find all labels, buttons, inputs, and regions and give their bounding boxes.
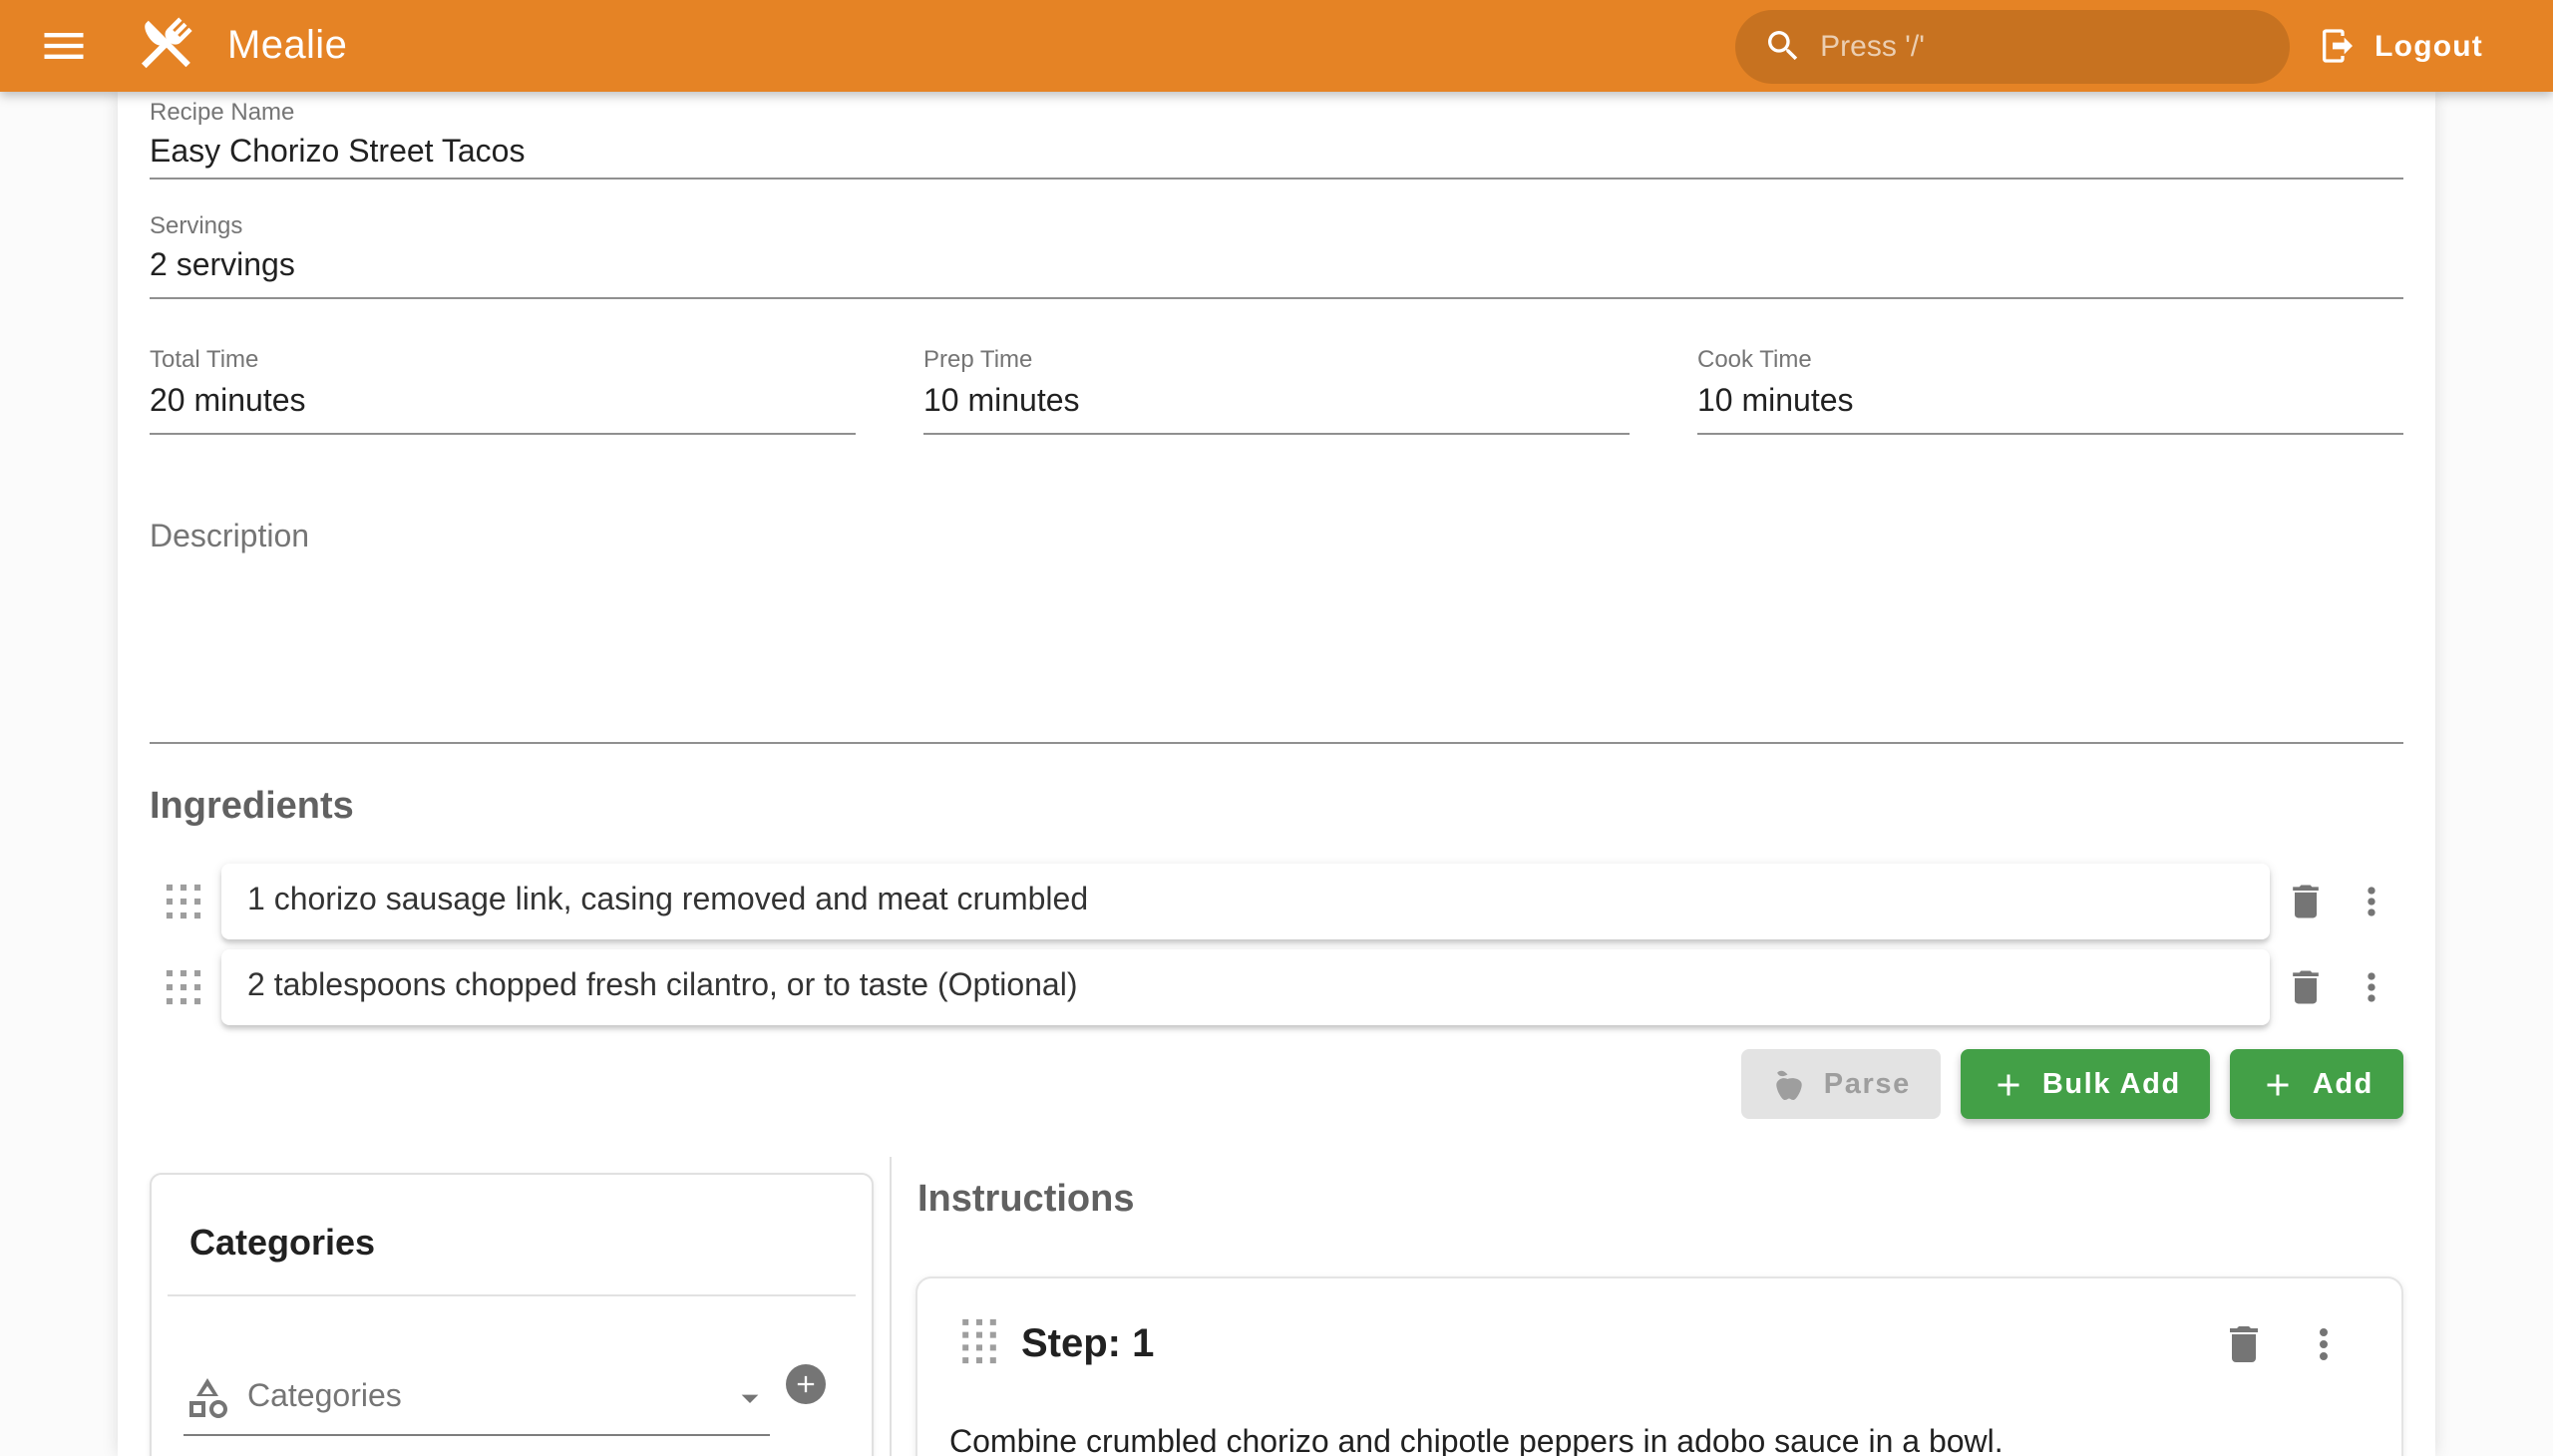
hamburger-menu-button[interactable] bbox=[38, 20, 90, 72]
delete-ingredient-button[interactable] bbox=[2284, 965, 2328, 1009]
column-divider bbox=[890, 1157, 892, 1456]
cook-time-field[interactable]: Cook Time 10 minutes bbox=[1697, 341, 2403, 435]
plus-icon bbox=[1991, 1066, 2026, 1102]
parse-label: Parse bbox=[1824, 1068, 1911, 1100]
recipe-name-label: Recipe Name bbox=[150, 98, 2403, 126]
chevron-down-icon bbox=[730, 1377, 770, 1417]
description-label: Description bbox=[150, 519, 2403, 558]
kebab-menu-icon bbox=[2300, 1320, 2348, 1368]
logout-button[interactable]: Logout bbox=[2317, 26, 2483, 66]
prep-time-label: Prep Time bbox=[923, 345, 1630, 373]
description-field[interactable]: Description bbox=[150, 519, 2403, 744]
cook-time-value[interactable]: 10 minutes bbox=[1697, 381, 2403, 425]
parse-button[interactable]: Parse bbox=[1742, 1049, 1941, 1119]
ingredient-menu-button[interactable] bbox=[2350, 965, 2393, 1009]
ingredient-menu-button[interactable] bbox=[2350, 880, 2393, 923]
mealie-app-window: Mealie Press '/' Logout Recipe Name Easy… bbox=[0, 0, 2553, 1456]
ingredient-actions: Parse Bulk Add Add bbox=[150, 1049, 2403, 1119]
categories-card: Categories Categories bbox=[150, 1173, 874, 1456]
trash-icon bbox=[2284, 965, 2328, 1009]
plus-icon bbox=[792, 1370, 820, 1398]
search-icon bbox=[1762, 26, 1802, 66]
kebab-menu-icon bbox=[2350, 880, 2393, 923]
drag-handle-icon[interactable] bbox=[961, 1318, 997, 1370]
step-header: Step: 1 bbox=[917, 1278, 2401, 1410]
recipe-editor-card: Recipe Name Easy Chorizo Street Tacos Se… bbox=[118, 92, 2435, 1456]
total-time-value[interactable]: 20 minutes bbox=[150, 381, 856, 425]
kebab-menu-icon bbox=[2350, 965, 2393, 1009]
ingredient-input[interactable]: 1 chorizo sausage link, casing removed a… bbox=[221, 864, 2270, 939]
add-ingredient-button[interactable]: Add bbox=[2231, 1049, 2403, 1119]
step-text[interactable]: Combine crumbled chorizo and chipotle pe… bbox=[917, 1410, 2401, 1456]
delete-ingredient-button[interactable] bbox=[2284, 880, 2328, 923]
bulk-add-label: Bulk Add bbox=[2042, 1068, 2181, 1100]
mealie-logo-icon bbox=[132, 12, 199, 80]
prep-time-field[interactable]: Prep Time 10 minutes bbox=[923, 341, 1630, 435]
trash-icon bbox=[2220, 1320, 2268, 1368]
step-menu-button[interactable] bbox=[2300, 1320, 2348, 1368]
cook-time-label: Cook Time bbox=[1697, 345, 2403, 373]
app-bar: Mealie Press '/' Logout bbox=[0, 0, 2553, 92]
ingredient-row: 2 tablespoons chopped fresh cilantro, or… bbox=[150, 949, 2403, 1025]
servings-label: Servings bbox=[150, 211, 2403, 239]
prep-time-value[interactable]: 10 minutes bbox=[923, 381, 1630, 425]
categories-select-placeholder: Categories bbox=[247, 1379, 730, 1415]
ingredient-row: 1 chorizo sausage link, casing removed a… bbox=[150, 864, 2403, 939]
categories-divider bbox=[168, 1294, 856, 1296]
logout-icon bbox=[2317, 26, 2357, 66]
page-background: Recipe Name Easy Chorizo Street Tacos Se… bbox=[0, 92, 2553, 1456]
categories-select[interactable]: Categories bbox=[183, 1360, 770, 1436]
shapes-icon bbox=[183, 1373, 231, 1421]
trash-icon bbox=[2284, 880, 2328, 923]
step-title: Step: 1 bbox=[1021, 1321, 2206, 1367]
app-title: Mealie bbox=[227, 23, 347, 69]
recipe-name-value[interactable]: Easy Chorizo Street Tacos bbox=[150, 132, 2403, 176]
instruction-step-card: Step: 1 Combine crumbled chorizo and chi… bbox=[915, 1276, 2403, 1456]
total-time-field[interactable]: Total Time 20 minutes bbox=[150, 341, 856, 435]
search-input[interactable]: Press '/' bbox=[1734, 9, 2289, 83]
servings-field[interactable]: Servings 2 servings bbox=[150, 211, 2403, 299]
plus-icon bbox=[2261, 1066, 2297, 1102]
drag-handle-icon[interactable] bbox=[166, 969, 201, 1005]
delete-step-button[interactable] bbox=[2220, 1320, 2268, 1368]
search-placeholder: Press '/' bbox=[1820, 29, 1925, 63]
recipe-name-field[interactable]: Recipe Name Easy Chorizo Street Tacos bbox=[150, 98, 2403, 180]
ingredient-input[interactable]: 2 tablespoons chopped fresh cilantro, or… bbox=[221, 949, 2270, 1025]
drag-handle-icon[interactable] bbox=[166, 884, 201, 919]
ingredients-heading: Ingredients bbox=[150, 786, 354, 830]
add-label: Add bbox=[2313, 1068, 2373, 1100]
categories-card-title: Categories bbox=[152, 1175, 872, 1267]
apple-icon bbox=[1772, 1066, 1808, 1102]
add-category-button[interactable] bbox=[786, 1364, 826, 1404]
servings-value[interactable]: 2 servings bbox=[150, 245, 2403, 289]
logout-label: Logout bbox=[2374, 29, 2483, 63]
total-time-label: Total Time bbox=[150, 345, 856, 373]
instructions-heading: Instructions bbox=[917, 1179, 1134, 1223]
hamburger-menu-icon bbox=[38, 20, 90, 72]
bulk-add-button[interactable]: Bulk Add bbox=[1961, 1049, 2211, 1119]
